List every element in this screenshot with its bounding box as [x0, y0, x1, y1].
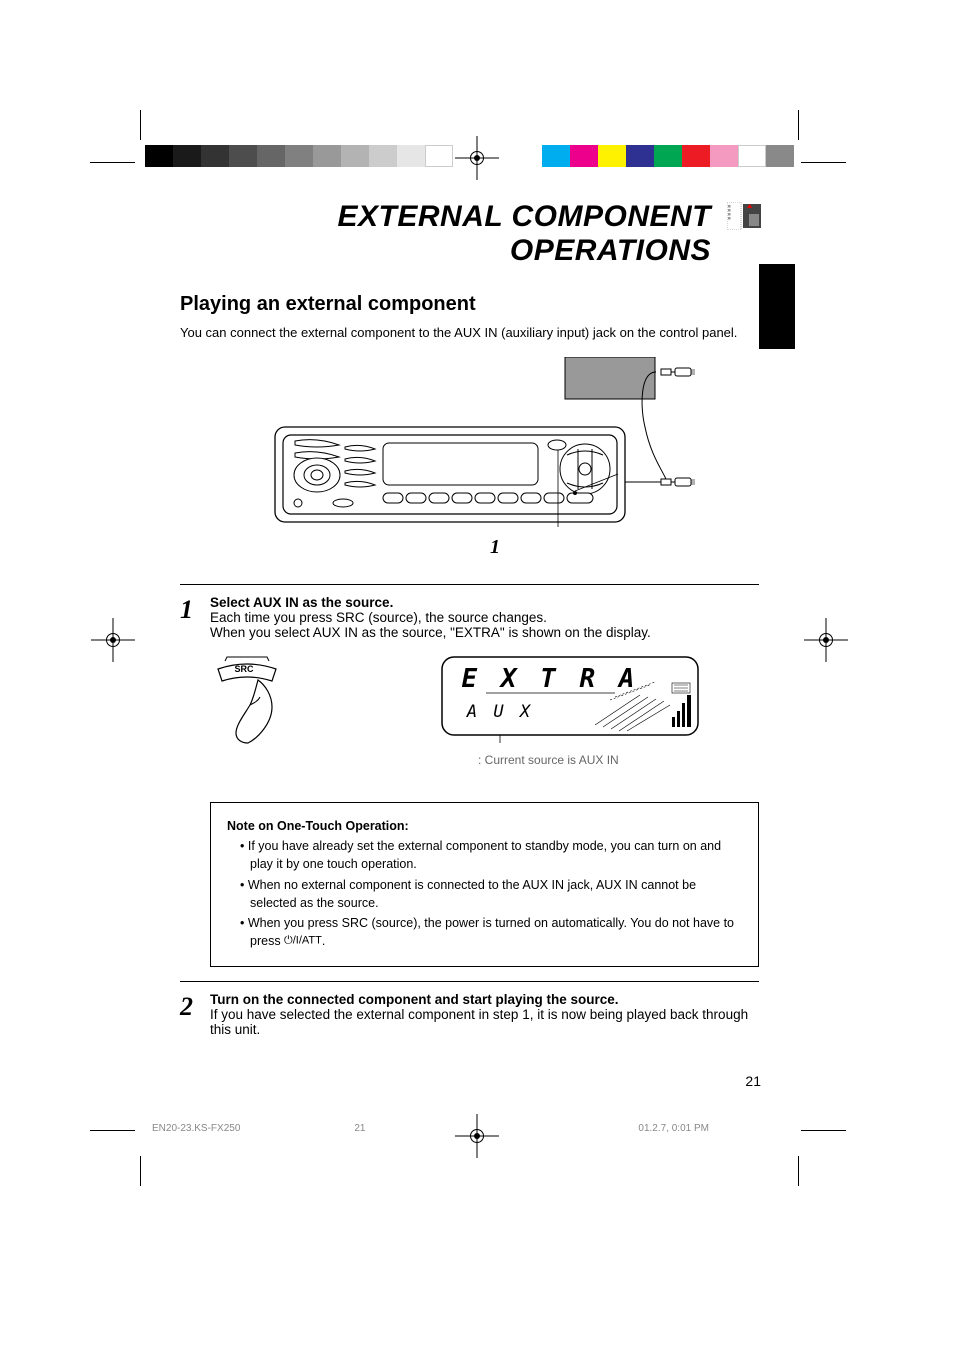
step-1-text-a: Each time you press SRC (source), the so…	[210, 610, 547, 625]
page-title: EXTERNAL COMPONENT OPERATIONS	[180, 200, 759, 268]
display-pointer-label: : Current source is AUX IN	[478, 753, 700, 767]
title-device-icon	[727, 202, 761, 230]
registration-mark-left	[98, 625, 128, 655]
wiring-diagram: 1	[180, 357, 759, 559]
step-2-heading: Turn on the connected component and star…	[210, 992, 619, 1007]
section-description: You can connect the external component t…	[180, 324, 759, 342]
step-2: 2 Turn on the connected component and st…	[180, 992, 759, 1037]
page-content: EXTERNAL COMPONENT OPERATIONS Playing an…	[180, 200, 759, 1101]
diagram-callout-1: 1	[490, 536, 759, 559]
svg-text:E X T R A: E X T R A	[462, 664, 639, 694]
divider	[180, 584, 759, 585]
note-item-3: When you press SRC (source), the power i…	[240, 914, 742, 950]
press-src-icon: SRC	[210, 655, 320, 745]
step-2-number: 2	[180, 992, 210, 1037]
step-1-text-b: When you select AUX IN as the source, "E…	[210, 625, 651, 640]
note-item-2: When no external component is connected …	[240, 876, 742, 912]
note-item-1: If you have already set the external com…	[240, 837, 742, 873]
step-2-text: If you have selected the external compon…	[210, 1007, 748, 1037]
svg-text:A U X: A U X	[466, 702, 533, 722]
note-title: Note on One-Touch Operation:	[227, 817, 742, 835]
step-1-heading: Select AUX IN as the source.	[210, 595, 393, 610]
registration-mark-bottom	[462, 1121, 492, 1151]
color-bar	[542, 145, 794, 167]
power-att-icon: ⏻/I/ATT	[284, 935, 322, 947]
divider	[180, 981, 759, 982]
section-subtitle: Playing an external component	[180, 293, 759, 316]
registration-mark-right	[811, 625, 841, 655]
svg-text:SRC: SRC	[234, 664, 254, 674]
grayscale-bar	[145, 145, 453, 167]
registration-mark-top	[462, 143, 492, 173]
page-number: 21	[745, 1073, 761, 1089]
footer-file-label: EN20-23.KS-FX250 21	[152, 1123, 365, 1134]
lcd-display: E X T R A A U X	[440, 655, 700, 743]
step-1-number: 1	[180, 595, 210, 967]
note-box: Note on One-Touch Operation: If you have…	[210, 802, 759, 967]
section-tab	[759, 264, 795, 349]
footer-date-label: 01.2.7, 0:01 PM	[638, 1123, 709, 1134]
step-1: 1 Select AUX IN as the source. Each time…	[180, 595, 759, 967]
